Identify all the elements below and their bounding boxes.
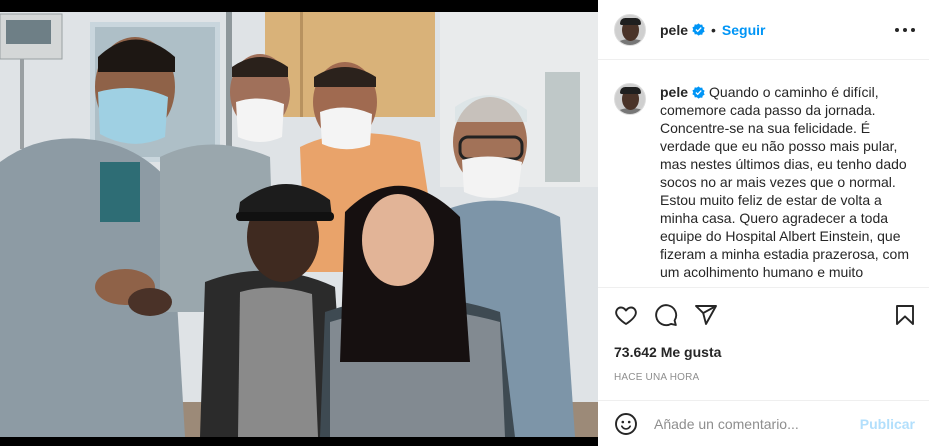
actions-section: 73.642 Me gusta HACE UNA HORA <box>598 287 929 383</box>
post-timestamp[interactable]: HACE UNA HORA <box>598 372 929 383</box>
post-photo <box>0 12 598 437</box>
username-link[interactable]: pele <box>660 22 688 38</box>
action-bar <box>598 288 929 342</box>
post-header: pele • Seguir <box>598 0 929 60</box>
avatar[interactable] <box>614 83 646 115</box>
verified-badge-icon <box>692 23 705 36</box>
comment-input[interactable] <box>654 415 860 432</box>
avatar[interactable] <box>614 13 646 46</box>
verified-badge-icon <box>692 86 705 99</box>
more-options-icon[interactable] <box>895 20 915 40</box>
bookmark-icon[interactable] <box>893 303 917 327</box>
likes-count[interactable]: 73.642 Me gusta <box>598 344 929 360</box>
comment-icon[interactable] <box>654 303 678 327</box>
caption-section: pele Quando o caminho é difícil, comemor… <box>598 61 929 287</box>
follow-button[interactable]: Seguir <box>722 22 766 38</box>
publish-button[interactable]: Publicar <box>860 416 915 432</box>
comment-form: Publicar <box>598 400 929 446</box>
emoji-icon[interactable] <box>614 412 638 436</box>
caption: pele Quando o caminho é difícil, comemor… <box>660 83 910 287</box>
post-side-panel: pele • Seguir pele Quando o caminho é di… <box>598 0 929 446</box>
caption-text: Quando o caminho é difícil, comemore cad… <box>660 84 909 280</box>
instagram-post: pele • Seguir pele Quando o caminho é di… <box>0 0 929 446</box>
share-icon[interactable] <box>694 303 718 327</box>
post-media[interactable] <box>0 0 598 446</box>
caption-username[interactable]: pele <box>660 84 688 100</box>
heart-icon[interactable] <box>614 303 638 327</box>
separator-dot: • <box>711 21 716 38</box>
